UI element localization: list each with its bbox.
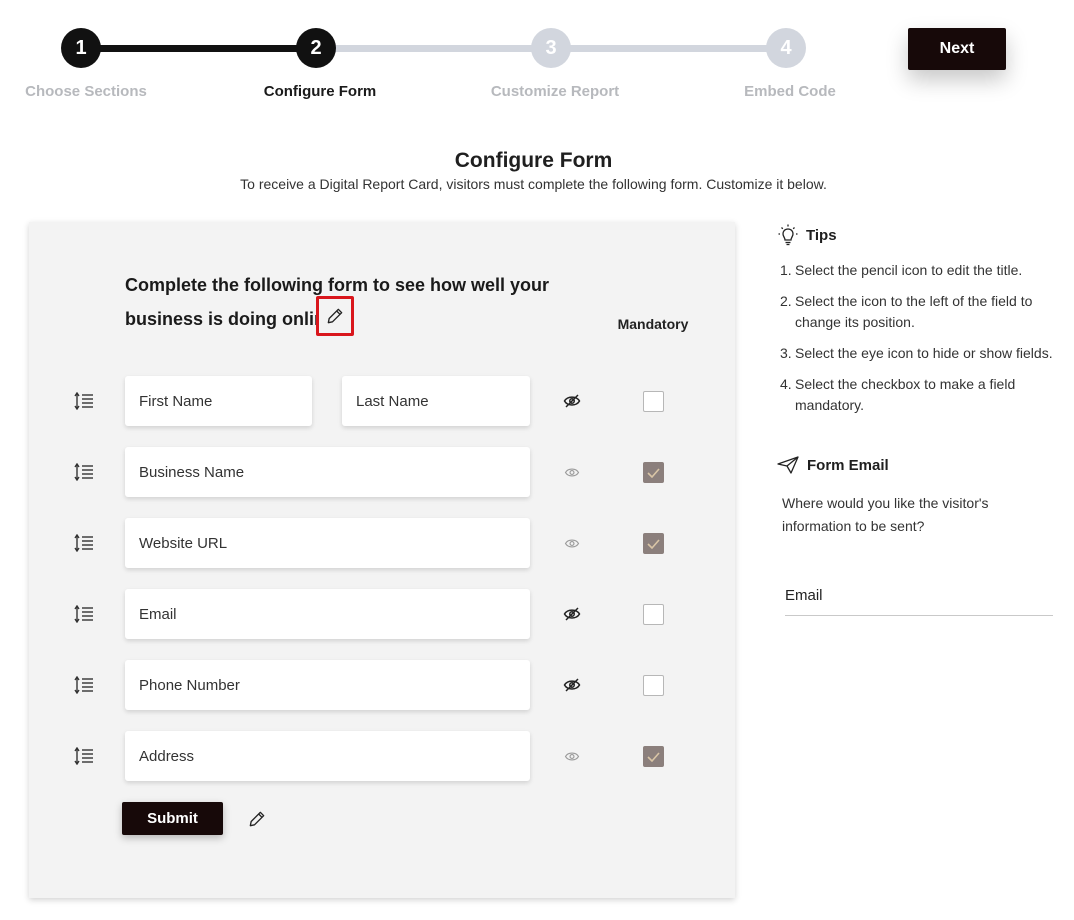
- mandatory-checkbox-name[interactable]: [643, 391, 664, 412]
- reorder-handle-website-url[interactable]: [73, 532, 95, 554]
- eye-slash-icon: [563, 607, 581, 621]
- tips-heading-label: Tips: [806, 226, 837, 244]
- checkmark-icon: [647, 751, 660, 762]
- pencil-icon: [327, 308, 343, 324]
- next-button[interactable]: Next: [908, 28, 1006, 70]
- business-name-field[interactable]: Business Name: [125, 447, 530, 497]
- reorder-icon: [74, 676, 93, 694]
- step-2-label: Configure Form: [263, 83, 377, 100]
- checkmark-icon: [647, 538, 660, 549]
- step-1-circle[interactable]: 1: [61, 28, 101, 68]
- tip-item: 3. Select the eye icon to hide or show fi…: [780, 345, 1053, 361]
- checkmark-icon: [647, 467, 660, 478]
- mandatory-checkbox-business-name[interactable]: [643, 462, 664, 483]
- step-4-label: Embed Code: [744, 83, 836, 100]
- step-3-circle: 3: [531, 28, 571, 68]
- visibility-toggle-business-name[interactable]: [561, 461, 583, 483]
- mandatory-checkbox-website-url[interactable]: [643, 533, 664, 554]
- eye-slash-icon: [563, 678, 581, 692]
- visibility-toggle-name[interactable]: [561, 390, 583, 412]
- eye-icon: [564, 539, 580, 547]
- reorder-icon: [74, 463, 93, 481]
- reorder-icon: [74, 392, 93, 410]
- form-email-question: Where would you like the visitor's infor…: [782, 495, 989, 534]
- eye-icon: [564, 752, 580, 760]
- mandatory-checkbox-address[interactable]: [643, 746, 664, 767]
- step-4-circle: 4: [766, 28, 806, 68]
- tips-list: 1. Select the pencil icon to edit the tit…: [780, 260, 1060, 426]
- reorder-handle-email[interactable]: [73, 603, 95, 625]
- phone-number-field[interactable]: Phone Number: [125, 660, 530, 710]
- reorder-handle-name[interactable]: [73, 390, 95, 412]
- form-email-input[interactable]: [785, 576, 1053, 616]
- tip-item: 1. Select the pencil icon to edit the tit…: [780, 262, 1023, 278]
- paper-plane-icon: [777, 456, 799, 474]
- pencil-icon: [249, 811, 265, 827]
- reorder-handle-address[interactable]: [73, 745, 95, 767]
- last-name-field[interactable]: Last Name: [342, 376, 530, 426]
- form-preview-panel: Complete the following form to see how w…: [29, 222, 735, 898]
- website-url-field[interactable]: Website URL: [125, 518, 530, 568]
- mandatory-checkbox-email[interactable]: [643, 604, 664, 625]
- tip-item: 2. Select the icon to the left of the fie…: [780, 293, 1033, 330]
- mandatory-column-label: Mandatory: [617, 316, 689, 332]
- step-track-complete: [81, 45, 315, 52]
- address-field[interactable]: Address: [125, 731, 530, 781]
- step-1-label: Choose Sections: [25, 83, 147, 100]
- title-edit-button[interactable]: [316, 296, 354, 336]
- lightbulb-icon: [778, 224, 798, 246]
- step-2-circle[interactable]: 2: [296, 28, 336, 68]
- email-field[interactable]: Email: [125, 589, 530, 639]
- submit-button[interactable]: Submit: [122, 802, 223, 835]
- mandatory-checkbox-phone-number[interactable]: [643, 675, 664, 696]
- reorder-icon: [74, 534, 93, 552]
- page-title: Configure Form: [454, 149, 613, 172]
- form-email-heading-label: Form Email: [807, 456, 889, 474]
- tip-item: 4. Select the checkbox to make a field ma…: [780, 376, 1016, 413]
- submit-edit-button[interactable]: [245, 807, 269, 831]
- step-3-label: Customize Report: [490, 83, 620, 100]
- visibility-toggle-website-url[interactable]: [561, 532, 583, 554]
- eye-slash-icon: [563, 394, 581, 408]
- visibility-toggle-address[interactable]: [561, 745, 583, 767]
- first-name-field[interactable]: First Name: [125, 376, 312, 426]
- reorder-icon: [74, 747, 93, 765]
- visibility-toggle-email[interactable]: [561, 603, 583, 625]
- page-subtitle: To receive a Digital Report Card, visito…: [240, 176, 827, 192]
- tips-heading: Tips: [778, 224, 837, 246]
- reorder-icon: [74, 605, 93, 623]
- reorder-handle-phone-number[interactable]: [73, 674, 95, 696]
- form-email-heading: Form Email: [777, 456, 889, 474]
- eye-icon: [564, 468, 580, 476]
- reorder-handle-business-name[interactable]: [73, 461, 95, 483]
- visibility-toggle-phone-number[interactable]: [561, 674, 583, 696]
